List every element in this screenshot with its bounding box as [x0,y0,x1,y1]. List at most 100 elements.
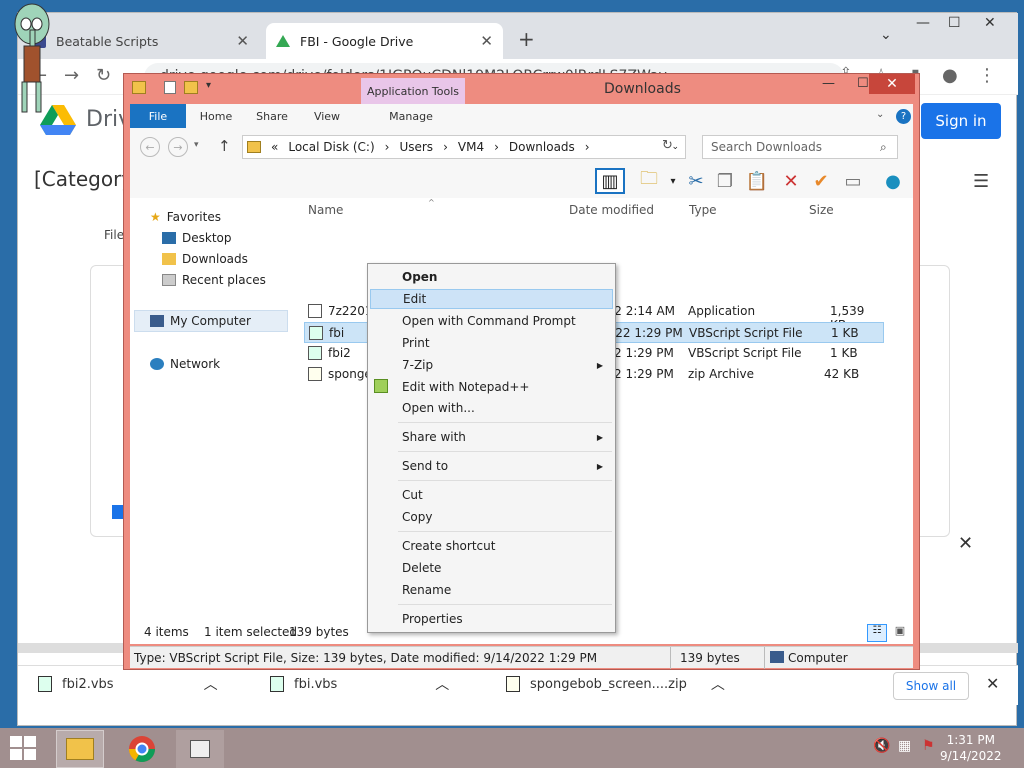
dropdown-icon[interactable]: ▾ [662,170,684,192]
nav-desktop[interactable]: Desktop [162,231,232,245]
chrome-taskbar-icon[interactable] [118,730,166,768]
help-icon[interactable]: ? [896,109,911,124]
maximize-button[interactable]: ☐ [948,15,961,31]
menu-item-properties[interactable]: Properties [370,609,613,629]
window-taskbar-icon[interactable] [176,730,224,768]
menu-item-copy[interactable]: Copy [370,507,613,527]
menu-item-print[interactable]: Print [370,333,613,353]
profile-icon[interactable]: ● [942,65,958,86]
tab-file[interactable]: File [130,104,186,128]
show-all-button[interactable]: Show all [893,672,969,700]
expand-ribbon-icon[interactable]: ⌄ [876,109,884,120]
globe-icon[interactable]: ● [882,170,904,192]
menu-item-create-shortcut[interactable]: Create shortcut [370,536,613,556]
menu-item-open[interactable]: Open [370,267,613,287]
recent-locations-icon[interactable]: ▾ [194,140,199,150]
minimize-button[interactable]: — [822,76,835,91]
tab-fbi-drive[interactable]: FBI - Google Drive ✕ [266,23,503,59]
details-view-icon[interactable]: ☷ [867,624,887,642]
copy-icon[interactable]: ❐ [714,170,736,192]
explorer-close-button[interactable]: ✕ [869,74,915,94]
up-icon[interactable]: ↑ [218,137,231,155]
menu-item-open-with[interactable]: Open with... [370,398,613,418]
address-sep[interactable]: › [494,140,499,154]
reload-icon[interactable]: ↻ [96,65,111,86]
network-tray-icon[interactable]: ▦ [898,738,911,754]
action-center-icon[interactable]: ⚑ [922,738,935,754]
nav-network[interactable]: Network [150,357,220,371]
chevron-up-icon[interactable]: ︿ [435,674,449,694]
rename-icon[interactable]: ▭ [842,170,864,192]
tab-view[interactable]: View [312,104,342,128]
menu-item-share-with[interactable]: Share with ▶ [370,427,613,447]
tab-manage[interactable]: Manage [388,104,434,128]
tab-close-icon[interactable]: ✕ [236,32,249,50]
chevron-up-icon[interactable]: ︿ [204,674,218,694]
search-downloads-field[interactable]: Search Downloads [702,135,898,159]
new-folder-icon[interactable] [184,81,198,94]
menu-item-cut[interactable]: Cut [370,485,613,505]
menu-item-7zip[interactable]: 7-Zip ▶ [370,355,613,375]
location-text: Computer [788,651,848,665]
close-button[interactable]: ✕ [984,15,996,31]
address-sep[interactable]: › [585,140,590,154]
tab-share[interactable]: Share [254,104,290,128]
nav-downloads[interactable]: Downloads [162,252,248,266]
address-part[interactable]: Users [399,140,433,154]
nav-my-computer[interactable]: My Computer [134,310,288,332]
nav-favorites[interactable]: ★ Favorites [150,210,221,224]
address-part[interactable]: Downloads [509,140,575,154]
menu-icon[interactable]: ⋮ [978,65,996,86]
tab-search-icon[interactable]: ⌄ [880,27,892,43]
address-part[interactable]: VM4 [458,140,484,154]
nav-recent-places[interactable]: Recent places [162,273,266,287]
address-part[interactable]: Local Disk (C:) [288,140,374,154]
paste-icon[interactable]: 📋 [746,170,768,192]
column-type[interactable]: Type [689,203,717,217]
sign-in-button[interactable]: Sign in [921,103,1001,139]
new-folder-icon[interactable]: 🗀 [638,168,660,192]
address-sep[interactable]: › [443,140,448,154]
forward-icon[interactable]: → [64,65,79,86]
address-sep[interactable]: › [385,140,390,154]
properties-icon[interactable] [164,81,176,94]
download-item[interactable]: fbi.vbs ︿ [270,674,449,694]
new-tab-button[interactable]: + [518,27,535,51]
menu-item-delete[interactable]: Delete [370,558,613,578]
menu-item-edit[interactable]: Edit [370,289,613,309]
close-downloads-icon[interactable]: ✕ [986,674,999,693]
list-view-icon[interactable]: ☰ [973,171,989,192]
refresh-icon[interactable]: ↻ [662,138,673,153]
chevron-up-icon[interactable]: ︿ [711,674,725,694]
delete-icon[interactable]: ✕ [780,170,802,192]
menu-item-open-cmd[interactable]: Open with Command Prompt [370,311,613,331]
maximize-button[interactable]: ☐ [857,76,869,91]
download-item[interactable]: spongebob_screen....zip ︿ [506,674,725,694]
checkmark-icon[interactable]: ✔ [810,170,832,192]
menu-item-send-to[interactable]: Send to ▶ [370,456,613,476]
tab-close-icon[interactable]: ✕ [480,32,493,50]
search-icon[interactable]: ⌕ [880,140,887,155]
file-explorer-taskbar-icon[interactable] [56,730,104,768]
tab-home[interactable]: Home [198,104,234,128]
menu-item-notepadpp[interactable]: Edit with Notepad++ [370,377,613,397]
windows-start-icon[interactable] [10,736,36,760]
explorer-address-bar[interactable]: « Local Disk (C:) › Users › VM4 › Downlo… [242,135,686,159]
close-dialog-icon[interactable]: ✕ [958,533,973,554]
quick-access-dropdown-icon[interactable]: ▾ [206,80,211,91]
tab-beatable-scripts[interactable]: Beatable Scripts ✕ [22,23,259,59]
minimize-button[interactable]: — [916,15,930,31]
volume-muted-icon[interactable]: 🔇 [873,738,890,754]
large-icons-view-icon[interactable]: ▣ [891,624,909,642]
preview-pane-icon[interactable]: ▥ [595,168,625,194]
address-overflow[interactable]: « [271,140,278,154]
menu-item-rename[interactable]: Rename [370,580,613,600]
cut-icon[interactable]: ✂ [685,170,707,192]
column-size[interactable]: Size [809,203,834,217]
forward-icon[interactable]: → [168,137,188,157]
clock[interactable]: 1:31 PM 9/14/2022 [940,732,1002,764]
column-name[interactable]: Name [308,203,343,217]
back-icon[interactable]: ← [140,137,160,157]
column-date[interactable]: Date modified [569,203,654,217]
download-item[interactable]: fbi2.vbs ︿ [38,674,218,694]
